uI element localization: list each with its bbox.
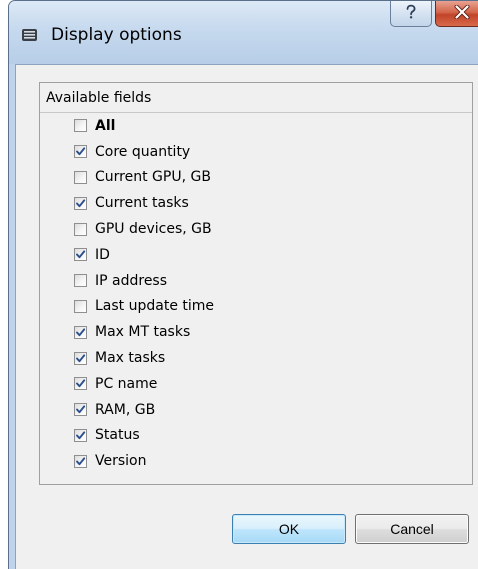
field-label: ID bbox=[95, 246, 110, 263]
field-item[interactable]: GPU devices, GB bbox=[40, 216, 472, 242]
checkbox-unchecked[interactable] bbox=[74, 222, 87, 236]
check-mark-icon bbox=[76, 405, 86, 414]
field-label: Max tasks bbox=[95, 350, 166, 367]
ok-button[interactable]: OK bbox=[232, 514, 346, 544]
help-button[interactable] bbox=[390, 1, 432, 27]
check-mark-icon bbox=[76, 250, 86, 259]
checkbox-checked[interactable] bbox=[74, 145, 87, 159]
field-item[interactable]: PC name bbox=[40, 371, 472, 397]
cancel-button[interactable]: Cancel bbox=[355, 514, 469, 544]
field-item[interactable]: Current tasks bbox=[40, 190, 472, 216]
available-fields-group: Available fields All Core quantity Current… bbox=[39, 82, 473, 485]
field-label: Version bbox=[95, 453, 147, 470]
checkbox-unchecked[interactable] bbox=[74, 119, 87, 133]
field-item[interactable]: ID bbox=[40, 242, 472, 268]
check-mark-icon bbox=[76, 354, 86, 362]
close-button[interactable] bbox=[435, 1, 478, 27]
check-mark-icon bbox=[76, 431, 86, 440]
field-item[interactable]: Current GPU, GB bbox=[40, 165, 472, 191]
field-item[interactable]: Core quantity bbox=[40, 139, 472, 165]
checkbox-unchecked[interactable] bbox=[74, 170, 87, 184]
check-mark-icon bbox=[76, 199, 86, 207]
check-mark-icon bbox=[76, 147, 86, 156]
check-mark-icon bbox=[76, 379, 86, 388]
dialog-client-area: Available fields All Core quantity Current… bbox=[15, 64, 478, 569]
checkbox-checked[interactable] bbox=[74, 403, 87, 417]
field-item[interactable]: Last update time bbox=[40, 294, 472, 320]
checkbox-checked[interactable] bbox=[74, 351, 87, 365]
field-label: Status bbox=[95, 427, 140, 444]
checkbox-unchecked[interactable] bbox=[74, 299, 87, 313]
field-label: Current tasks bbox=[95, 195, 189, 212]
checkbox-checked[interactable] bbox=[74, 325, 87, 339]
checkbox-checked[interactable] bbox=[74, 428, 87, 442]
field-list: All Core quantity Current GPU, GB Current t… bbox=[40, 113, 472, 474]
check-mark-icon bbox=[76, 328, 86, 336]
field-item[interactable]: All bbox=[40, 113, 472, 139]
field-item[interactable]: Version bbox=[40, 448, 472, 474]
group-header: Available fields bbox=[40, 83, 472, 113]
field-item[interactable]: IP address bbox=[40, 268, 472, 294]
field-label: PC name bbox=[95, 375, 158, 392]
field-label: Core quantity bbox=[95, 143, 191, 160]
checkbox-unchecked[interactable] bbox=[74, 274, 87, 288]
field-label: All bbox=[95, 117, 116, 134]
field-label: RAM, GB bbox=[95, 401, 156, 418]
field-item[interactable]: Max MT tasks bbox=[40, 319, 472, 345]
checkbox-checked[interactable] bbox=[74, 454, 87, 468]
field-item[interactable]: Status bbox=[40, 423, 472, 449]
close-icon bbox=[454, 4, 470, 23]
field-item[interactable]: Max tasks bbox=[40, 345, 472, 371]
field-label: GPU devices, GB bbox=[95, 221, 212, 238]
window-title: Display options bbox=[51, 25, 182, 45]
field-label: Last update time bbox=[95, 298, 215, 315]
dialog-window: Display options Available fields All Core… bbox=[8, 0, 478, 569]
field-item[interactable]: RAM, GB bbox=[40, 397, 472, 423]
app-window-icon bbox=[21, 27, 38, 43]
field-label: Current GPU, GB bbox=[95, 169, 211, 186]
field-label: Max MT tasks bbox=[95, 324, 191, 341]
checkbox-checked[interactable] bbox=[74, 248, 87, 262]
checkbox-checked[interactable] bbox=[74, 196, 87, 210]
field-label: IP address bbox=[95, 272, 168, 289]
help-icon bbox=[404, 4, 418, 24]
title-bar[interactable]: Display options bbox=[9, 1, 478, 64]
checkbox-checked[interactable] bbox=[74, 377, 87, 391]
check-mark-icon bbox=[76, 457, 86, 465]
